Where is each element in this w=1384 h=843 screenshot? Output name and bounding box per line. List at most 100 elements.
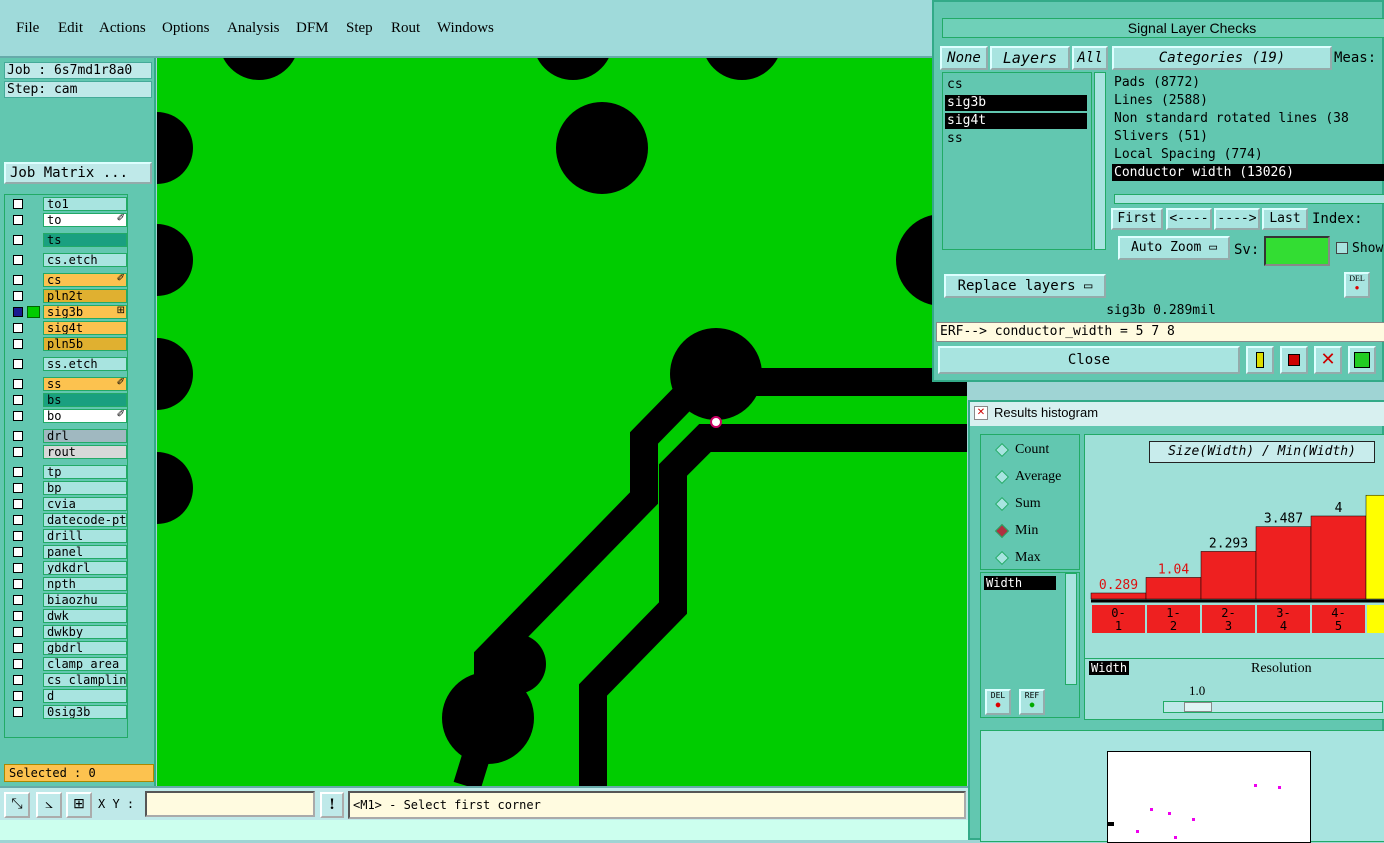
layer-row[interactable]: cs.etch [7, 253, 127, 267]
layer-row[interactable]: pln2t [7, 289, 127, 303]
sort-icon[interactable] [1348, 346, 1376, 374]
layer-name[interactable]: ss.etch [43, 357, 127, 371]
layer-row[interactable]: cvia [7, 497, 127, 511]
category-item[interactable]: Slivers (51) [1112, 128, 1384, 145]
layer-name[interactable]: d [43, 689, 127, 703]
layer-row[interactable]: 0sig3b [7, 705, 127, 719]
histogram-bar[interactable] [1365, 494, 1384, 600]
layer-row[interactable]: drill [7, 529, 127, 543]
layer-checkbox[interactable] [13, 659, 23, 669]
layer-name[interactable]: biaozhu [43, 593, 127, 607]
layer-checkbox[interactable] [13, 379, 23, 389]
layer-row[interactable]: cs ✐ [7, 273, 127, 287]
layer-name[interactable]: tp [43, 465, 127, 479]
slc-layer-item[interactable]: sig4t [945, 113, 1087, 129]
histogram-bar[interactable] [1310, 515, 1367, 600]
sv-color-select[interactable] [1264, 236, 1330, 266]
prev-button[interactable]: <---- [1166, 208, 1212, 230]
auto-zoom-button[interactable]: Auto Zoom ▭ [1118, 236, 1230, 260]
del-icon[interactable]: DEL ● [1344, 272, 1370, 298]
layer-name[interactable]: cs [43, 273, 127, 287]
layer-row[interactable]: datecode-pto [7, 513, 127, 527]
layer-name[interactable]: 0sig3b [43, 705, 127, 719]
layer-row[interactable]: bp [7, 481, 127, 495]
layer-name[interactable]: bo [43, 409, 127, 423]
replace-layers-button[interactable]: Replace layers ▭ [944, 274, 1106, 298]
layer-row[interactable]: rout [7, 445, 127, 459]
export-icon[interactable] [1280, 346, 1308, 374]
categories-list[interactable]: Pads (8772) Lines (2588) Non standard rota… [1110, 74, 1384, 184]
next-button[interactable]: ----> [1214, 208, 1260, 230]
layer-name[interactable]: sig3b [43, 305, 127, 319]
field-scrollbar[interactable] [1065, 573, 1077, 685]
menu-edit[interactable]: Edit [58, 20, 83, 37]
layer-row[interactable]: gbdrl [7, 641, 127, 655]
layers-button[interactable]: Layers [990, 46, 1070, 70]
layer-name[interactable]: drill [43, 529, 127, 543]
layer-row[interactable]: ss.etch [7, 357, 127, 371]
category-item[interactable]: Lines (2588) [1112, 92, 1384, 109]
category-item[interactable]: Pads (8772) [1112, 74, 1384, 91]
radio-average[interactable]: Average [994, 468, 1061, 486]
menu-options[interactable]: Options [162, 20, 210, 37]
layer-name[interactable]: ts [43, 233, 127, 247]
menu-actions[interactable]: Actions [99, 20, 146, 37]
categories-button[interactable]: Categories (19) [1112, 46, 1332, 70]
slc-layer-list[interactable]: cs sig3b sig4t ss [942, 72, 1092, 250]
layer-name[interactable]: drl [43, 429, 127, 443]
layer-name[interactable]: npth [43, 577, 127, 591]
layer-checkbox[interactable] [13, 359, 23, 369]
show-checkbox[interactable] [1336, 242, 1348, 254]
layer-name[interactable]: panel [43, 545, 127, 559]
zoom-box-icon[interactable]: ⤡ [4, 792, 30, 818]
layer-checkbox[interactable] [13, 483, 23, 493]
layer-row[interactable]: panel [7, 545, 127, 559]
layer-checkbox[interactable] [13, 339, 23, 349]
layer-row[interactable]: bs [7, 393, 127, 407]
close-button[interactable]: Close [938, 346, 1240, 374]
layer-checkbox[interactable] [13, 467, 23, 477]
layer-name[interactable]: pln5b [43, 337, 127, 351]
radio-count[interactable]: Count [994, 441, 1049, 459]
category-item[interactable]: Local Spacing (774) [1112, 146, 1384, 163]
histogram-bar[interactable] [1090, 592, 1147, 600]
layer-name[interactable]: ss [43, 377, 127, 391]
layer-row[interactable]: to ✐ [7, 213, 127, 227]
layer-row[interactable]: cs_clampline [7, 673, 127, 687]
layer-row[interactable]: to1 [7, 197, 127, 211]
slc-layer-scrollbar[interactable] [1094, 72, 1106, 250]
layer-name[interactable]: to1 [43, 197, 127, 211]
layer-checkbox[interactable] [13, 275, 23, 285]
layer-checkbox[interactable] [13, 291, 23, 301]
radio-max[interactable]: Max [994, 549, 1041, 567]
layer-checkbox[interactable] [13, 447, 23, 457]
slc-layer-item[interactable]: sig3b [945, 95, 1087, 111]
layer-name[interactable]: cs_clampline [43, 673, 127, 687]
cancel-icon[interactable]: ✕ [1314, 346, 1342, 374]
slc-layer-item[interactable]: cs [945, 77, 1087, 93]
layer-row[interactable]: drl [7, 429, 127, 443]
field-list[interactable]: Width DEL ● REF ● [980, 572, 1080, 718]
menu-windows[interactable]: Windows [437, 20, 494, 37]
histogram-bar[interactable] [1255, 526, 1312, 600]
layer-name[interactable]: rout [43, 445, 127, 459]
layer-checkbox[interactable] [13, 643, 23, 653]
layer-row[interactable]: sig4t [7, 321, 127, 335]
layer-row[interactable]: ydkdrl [7, 561, 127, 575]
radio-sum[interactable]: Sum [994, 495, 1041, 513]
layer-name[interactable]: cs.etch [43, 253, 127, 267]
layer-row[interactable]: clamp_area [7, 657, 127, 671]
xy-input[interactable] [145, 791, 315, 817]
graphic-canvas[interactable] [157, 58, 967, 786]
layer-checkbox[interactable] [13, 215, 23, 225]
snap-grid-icon[interactable]: ⊞ [66, 792, 92, 818]
layer-checkbox[interactable] [13, 675, 23, 685]
highlight-icon[interactable] [1246, 346, 1274, 374]
first-button[interactable]: First [1111, 208, 1163, 230]
layer-checkbox[interactable] [13, 595, 23, 605]
resolution-field[interactable]: Width [1089, 661, 1130, 675]
layer-checkbox[interactable] [13, 255, 23, 265]
layer-checkbox[interactable] [13, 307, 23, 317]
layer-name[interactable]: to [43, 213, 127, 227]
layer-checkbox[interactable] [13, 395, 23, 405]
